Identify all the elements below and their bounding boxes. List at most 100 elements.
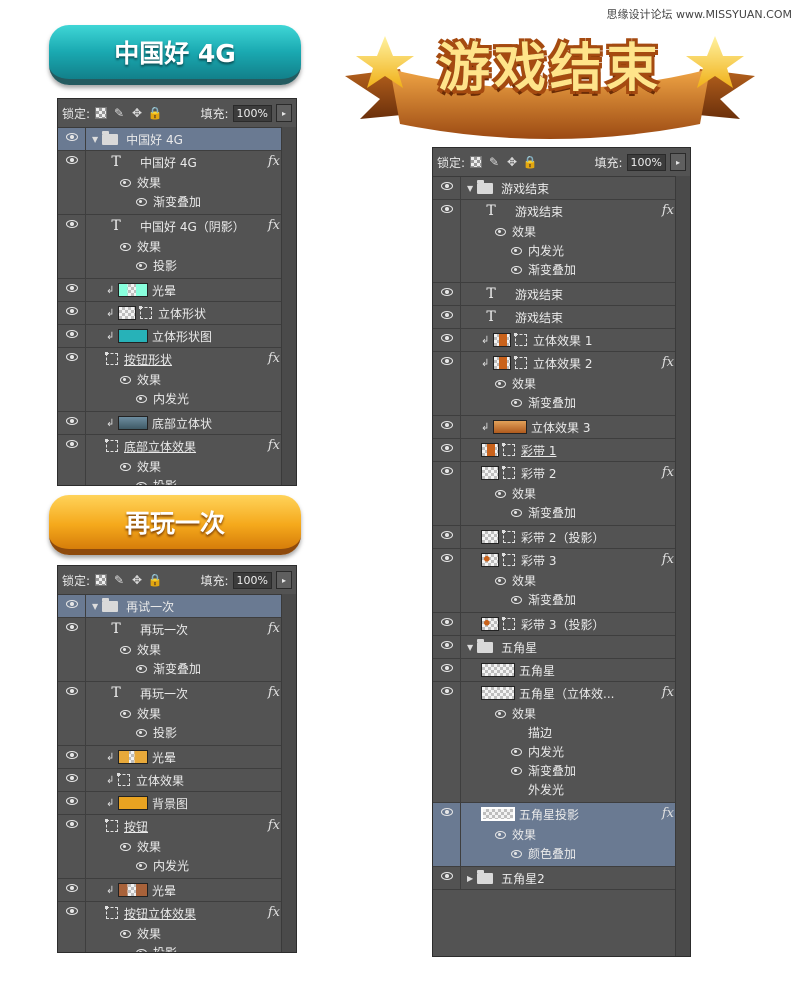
effect-eye-icon[interactable] (120, 842, 131, 851)
eye-icon[interactable] (65, 774, 78, 782)
layer-row[interactable]: ▼ 再试一次 (58, 595, 296, 618)
effect-line[interactable]: 投影 (86, 476, 296, 485)
effect-line[interactable]: 投影 (86, 256, 296, 275)
effect-eye-icon[interactable] (495, 227, 506, 236)
effect-line[interactable]: 效果 (86, 924, 296, 943)
effect-eye-icon[interactable] (136, 197, 147, 206)
visibility-toggle[interactable] (58, 746, 86, 768)
lock-move-icon[interactable]: ✥ (505, 155, 519, 169)
layer-row[interactable]: ↲立体效果 2fx▲效果渐变叠加 (433, 352, 690, 416)
effect-line[interactable]: 效果 (86, 640, 296, 659)
eye-icon[interactable] (440, 288, 453, 296)
effect-eye-icon[interactable] (120, 375, 131, 384)
eye-icon[interactable] (440, 421, 453, 429)
eye-icon[interactable] (65, 330, 78, 338)
effect-eye-icon[interactable] (495, 830, 506, 839)
effect-eye-icon[interactable] (136, 481, 147, 485)
layer-row[interactable]: 五角星 (433, 659, 690, 682)
eye-icon[interactable] (65, 353, 78, 361)
visibility-toggle[interactable] (58, 348, 86, 411)
effect-eye-icon[interactable] (120, 709, 131, 718)
effect-eye-icon[interactable] (511, 398, 522, 407)
layer-row[interactable]: ↲ 立体形状图 (58, 325, 296, 348)
lock-paint-brush-icon[interactable]: ✎ (487, 155, 501, 169)
fx-icon[interactable]: fx (662, 203, 674, 218)
eye-icon[interactable] (440, 334, 453, 342)
fx-icon[interactable]: fx (268, 621, 280, 636)
effect-line[interactable]: 渐变叠加 (461, 393, 690, 412)
visibility-toggle[interactable] (433, 329, 461, 351)
lock-all-icon[interactable]: 🔒 (148, 573, 163, 587)
fill-dropdown-arrow-icon[interactable]: ▸ (276, 571, 292, 589)
visibility-toggle[interactable] (433, 613, 461, 635)
layer-row[interactable]: ▼ 游戏结束 (433, 177, 690, 200)
layers-scrollbar[interactable] (281, 127, 296, 485)
layer-row[interactable]: 按钮立体效果fx▲效果投影 (58, 902, 296, 952)
layer-row[interactable]: 底部立体效果fx▲效果投影 (58, 435, 296, 485)
effect-line[interactable]: 投影 (86, 723, 296, 742)
layer-row[interactable]: ↲ 光晕 (58, 879, 296, 902)
collapsed-arrow-icon[interactable]: ▶ (467, 874, 473, 883)
effect-eye-icon[interactable] (136, 394, 147, 403)
layer-row[interactable]: 五角星投影fx▲效果颜色叠加 (433, 803, 690, 867)
fill-input[interactable]: 100% (232, 571, 272, 589)
effect-eye-icon[interactable] (120, 242, 131, 251)
layer-row[interactable]: ▶ 五角星2 (433, 867, 690, 890)
effect-eye-icon[interactable] (136, 664, 147, 673)
effect-line[interactable]: 效果 (461, 374, 690, 393)
layer-row[interactable]: T 游戏结束 (433, 306, 690, 329)
eye-icon[interactable] (65, 751, 78, 759)
eye-icon[interactable] (65, 133, 78, 141)
eye-icon[interactable] (65, 220, 78, 228)
effect-line[interactable]: 效果 (86, 237, 296, 256)
effect-eye-icon[interactable] (511, 265, 522, 274)
eye-icon[interactable] (440, 467, 453, 475)
visibility-toggle[interactable] (433, 526, 461, 548)
effect-line[interactable]: 效果 (86, 457, 296, 476)
fx-icon[interactable]: fx (662, 465, 674, 480)
effect-line[interactable]: 效果 (461, 222, 690, 241)
layer-row[interactable]: ↲ 底部立体状 (58, 412, 296, 435)
effect-eye-icon[interactable] (511, 747, 522, 756)
fx-icon[interactable]: fx (662, 552, 674, 567)
effect-eye-icon[interactable] (511, 766, 522, 775)
effect-eye-icon[interactable] (495, 489, 506, 498)
visibility-toggle[interactable] (433, 659, 461, 681)
visibility-toggle[interactable] (433, 682, 461, 802)
effect-line[interactable]: 渐变叠加 (86, 192, 296, 211)
eye-icon[interactable] (65, 307, 78, 315)
lock-paint-brush-icon[interactable]: ✎ (112, 106, 126, 120)
visibility-toggle[interactable] (58, 902, 86, 952)
eye-icon[interactable] (440, 554, 453, 562)
layer-row[interactable]: T游戏结束fx▲效果内发光渐变叠加 (433, 200, 690, 283)
eye-icon[interactable] (440, 444, 453, 452)
visibility-toggle[interactable] (58, 151, 86, 214)
visibility-toggle[interactable] (433, 306, 461, 328)
eye-icon[interactable] (65, 820, 78, 828)
fx-icon[interactable]: fx (268, 818, 280, 833)
layer-row[interactable]: 彩带 3（投影） (433, 613, 690, 636)
layer-row[interactable]: ↲ 立体效果 1 (433, 329, 690, 352)
visibility-toggle[interactable] (433, 439, 461, 461)
fill-input[interactable]: 100% (232, 104, 272, 122)
visibility-toggle[interactable] (58, 879, 86, 901)
visibility-toggle[interactable] (433, 549, 461, 612)
visibility-toggle[interactable] (433, 200, 461, 282)
effect-eye-icon[interactable] (120, 462, 131, 471)
expanded-arrow-icon[interactable]: ▼ (92, 602, 98, 611)
fx-icon[interactable]: fx (268, 351, 280, 366)
layer-row[interactable]: 彩带 1 (433, 439, 690, 462)
eye-icon[interactable] (440, 182, 453, 190)
expanded-arrow-icon[interactable]: ▼ (467, 184, 473, 193)
eye-icon[interactable] (440, 205, 453, 213)
effect-eye-icon[interactable] (511, 508, 522, 517)
visibility-toggle[interactable] (58, 792, 86, 814)
eye-icon[interactable] (440, 311, 453, 319)
layer-row[interactable]: T再玩一次fx▲效果投影 (58, 682, 296, 746)
visibility-toggle[interactable] (433, 803, 461, 866)
layer-row[interactable]: ↲ 立体效果 (58, 769, 296, 792)
visibility-toggle[interactable] (433, 636, 461, 658)
layers-scrollbar[interactable] (675, 176, 690, 956)
visibility-toggle[interactable] (58, 325, 86, 347)
eye-icon[interactable] (440, 808, 453, 816)
